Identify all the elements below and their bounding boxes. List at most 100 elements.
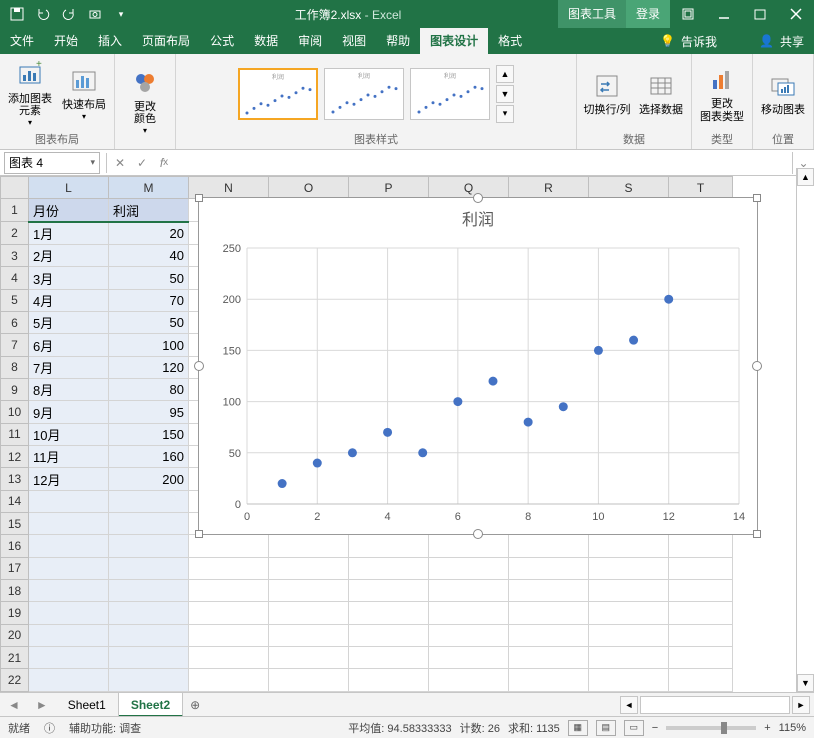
cell[interactable]: 8月 (29, 379, 109, 401)
cell[interactable] (589, 647, 669, 669)
cell[interactable] (429, 580, 509, 602)
cell[interactable] (429, 647, 509, 669)
column-header[interactable]: S (589, 177, 669, 199)
cell[interactable] (589, 602, 669, 624)
scroll-right-icon[interactable]: ► (792, 696, 810, 714)
column-header[interactable]: P (349, 177, 429, 199)
scroll-up-icon[interactable]: ▲ (797, 168, 814, 186)
ribbon-tab-审阅[interactable]: 审阅 (288, 28, 332, 54)
cell[interactable] (509, 557, 589, 579)
row-header[interactable]: 9 (1, 379, 29, 401)
data-point[interactable] (524, 418, 533, 427)
row-header[interactable]: 12 (1, 446, 29, 468)
row-header[interactable]: 11 (1, 423, 29, 445)
vertical-scrollbar[interactable]: ▲ ▼ (796, 168, 814, 692)
cell[interactable] (669, 580, 733, 602)
cell[interactable]: 1月 (29, 222, 109, 245)
cell[interactable] (349, 557, 429, 579)
cell[interactable] (269, 557, 349, 579)
cell[interactable]: 月份 (29, 199, 109, 222)
ribbon-tab-数据[interactable]: 数据 (244, 28, 288, 54)
cell[interactable]: 10月 (29, 423, 109, 445)
cell[interactable] (109, 557, 189, 579)
cell[interactable] (589, 580, 669, 602)
resize-handle[interactable] (753, 530, 761, 538)
chevron-down-icon[interactable]: ▾ (90, 157, 95, 168)
cell[interactable] (189, 602, 269, 624)
chart-title[interactable]: 利润 (199, 198, 757, 238)
chart-plot-area[interactable]: 05010015020025002468101214 (199, 238, 759, 534)
ribbon-tab-开始[interactable]: 开始 (44, 28, 88, 54)
cell[interactable] (429, 535, 509, 557)
ribbon-tab-视图[interactable]: 视图 (332, 28, 376, 54)
cell[interactable] (669, 669, 733, 692)
cell[interactable]: 50 (109, 312, 189, 334)
cell[interactable] (349, 535, 429, 557)
data-point[interactable] (278, 479, 287, 488)
cell[interactable] (669, 535, 733, 557)
scroll-down-icon[interactable]: ▼ (797, 674, 814, 692)
tell-me-button[interactable]: 告诉我 (681, 33, 717, 50)
cell[interactable]: 5月 (29, 312, 109, 334)
cell[interactable]: 50 (109, 267, 189, 289)
styles-up-icon[interactable]: ▲ (496, 65, 514, 83)
cell[interactable] (269, 580, 349, 602)
cell[interactable] (669, 647, 733, 669)
cell[interactable] (29, 557, 109, 579)
cell[interactable] (509, 669, 589, 692)
row-header[interactable]: 8 (1, 356, 29, 378)
change-colors-button[interactable]: 更改 颜色▾ (121, 67, 169, 136)
cell[interactable]: 4月 (29, 289, 109, 311)
switch-row-col-button[interactable]: 切换行/列 (583, 70, 631, 116)
cell[interactable] (429, 669, 509, 692)
page-layout-view-icon[interactable]: ▤ (596, 720, 616, 736)
cell[interactable] (509, 624, 589, 646)
cell[interactable] (589, 557, 669, 579)
cell[interactable] (429, 602, 509, 624)
move-chart-button[interactable]: 移动图表 (759, 70, 807, 116)
cell[interactable]: 150 (109, 423, 189, 445)
cell[interactable] (29, 602, 109, 624)
login-button[interactable]: 登录 (626, 0, 670, 28)
data-point[interactable] (489, 377, 498, 386)
row-header[interactable]: 21 (1, 647, 29, 669)
page-break-view-icon[interactable]: ▭ (624, 720, 644, 736)
row-header[interactable]: 10 (1, 401, 29, 423)
ribbon-tab-文件[interactable]: 文件 (0, 28, 44, 54)
row-header[interactable]: 6 (1, 312, 29, 334)
data-point[interactable] (664, 295, 673, 304)
cell[interactable] (669, 624, 733, 646)
cell[interactable] (109, 513, 189, 535)
column-header[interactable]: O (269, 177, 349, 199)
row-header[interactable]: 2 (1, 222, 29, 245)
ribbon-tab-帮助[interactable]: 帮助 (376, 28, 420, 54)
chart-style-thumbnail[interactable]: 利润 (410, 68, 490, 120)
row-header[interactable]: 14 (1, 490, 29, 512)
row-header[interactable]: 20 (1, 624, 29, 646)
cell[interactable] (29, 647, 109, 669)
cell[interactable] (189, 580, 269, 602)
cell[interactable] (509, 535, 589, 557)
cell[interactable]: 12月 (29, 468, 109, 490)
cell[interactable] (669, 557, 733, 579)
share-button[interactable]: 共享 (780, 33, 804, 50)
column-header[interactable]: Q (429, 177, 509, 199)
column-header[interactable]: T (669, 177, 733, 199)
ribbon-tab-页面布局[interactable]: 页面布局 (132, 28, 200, 54)
camera-icon[interactable] (84, 3, 106, 25)
cell[interactable] (509, 647, 589, 669)
enter-icon[interactable]: ✓ (131, 152, 153, 174)
cell[interactable] (589, 624, 669, 646)
cell[interactable]: 20 (109, 222, 189, 245)
cell[interactable] (29, 580, 109, 602)
select-data-button[interactable]: 选择数据 (637, 70, 685, 116)
name-box[interactable]: 图表 4▾ (4, 152, 100, 174)
cell[interactable] (509, 602, 589, 624)
zoom-slider[interactable] (666, 726, 756, 730)
horizontal-scrollbar[interactable] (640, 696, 790, 714)
worksheet-grid[interactable]: LMNOPQRST1月份利润21月2032月4043月5054月7065月507… (0, 176, 814, 692)
ribbon-tab-插入[interactable]: 插入 (88, 28, 132, 54)
row-header[interactable]: 7 (1, 334, 29, 356)
cell[interactable]: 2月 (29, 245, 109, 267)
row-header[interactable]: 16 (1, 535, 29, 557)
